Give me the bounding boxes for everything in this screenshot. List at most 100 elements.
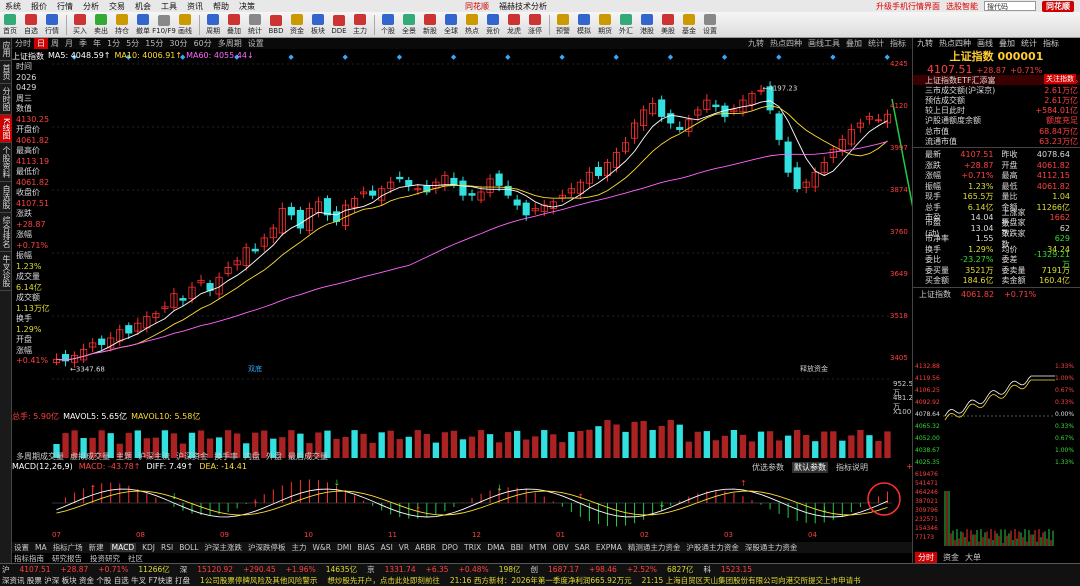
indicator-tab-11[interactable]: W&R xyxy=(312,543,330,552)
sidebar-tab-6[interactable]: 综合排名 xyxy=(0,213,12,253)
menu-item-8[interactable]: 帮助 xyxy=(208,1,234,12)
indicator-tab-8[interactable]: 沪深主涨跌 xyxy=(204,542,242,553)
period-tab-11[interactable]: 多周期 xyxy=(215,38,245,49)
volume-tab-6[interactable]: 内盘 xyxy=(244,451,260,461)
indicator-tab-27[interactable]: 深股通主力资金 xyxy=(745,542,798,553)
toolbar-button-9[interactable]: 周期 xyxy=(203,13,223,37)
toolbar-button-21[interactable]: 热点 xyxy=(462,13,482,37)
intraday-mini-chart[interactable]: 4132.88 4119.56 4106.25 4092.92 4078.64 4065.… xyxy=(913,358,1080,550)
period-tab-7[interactable]: 5分 xyxy=(123,38,142,49)
indicator-tab-6[interactable]: RSI xyxy=(161,543,173,552)
period-tab-12[interactable]: 设置 xyxy=(245,38,267,49)
indicator-tab-5[interactable]: KDJ xyxy=(142,543,155,552)
indicator-tab-10[interactable]: 主力 xyxy=(291,542,306,553)
menu-item-0[interactable]: 系统 xyxy=(0,1,26,12)
toolbar-button-24[interactable]: 涨停 xyxy=(525,13,545,37)
news-item-0[interactable]: 深资讯 股票 沪深 板块 资金 个股 自选 牛叉 F7快速 打盘 xyxy=(2,575,190,586)
toolbar-button-5[interactable]: 持仓 xyxy=(112,13,132,37)
mini-tab-1[interactable]: 资金 xyxy=(943,552,959,563)
toolbar-button-11[interactable]: 统计 xyxy=(245,13,265,37)
mini-tab-0[interactable]: 分时 xyxy=(915,552,937,563)
sidebar-tab-7[interactable]: 牛叉诊股 xyxy=(0,252,12,292)
toolbar-button-1[interactable]: 自选 xyxy=(21,13,41,37)
volume-tab-0[interactable]: 多周期成交量 xyxy=(16,451,64,461)
bottom-tab-2[interactable]: 投资研究 xyxy=(90,553,120,564)
toolbar-button-2[interactable]: 行情 xyxy=(42,13,62,37)
period-tab-10[interactable]: 60分 xyxy=(191,38,215,49)
sidebar-tab-4[interactable]: 个股资料 xyxy=(0,143,12,183)
toolbar-button-14[interactable]: 板块 xyxy=(308,13,328,37)
toolbar-button-22[interactable]: 竞价 xyxy=(483,13,503,37)
toolbar-button-25[interactable]: 预警 xyxy=(553,13,573,37)
toolbar-button-18[interactable]: 全景 xyxy=(399,13,419,37)
menu-item-9[interactable]: 决策 xyxy=(234,1,260,12)
toolbar-button-13[interactable]: 资金 xyxy=(287,13,307,37)
news-item-4[interactable]: 21:15 上海自贸区天山集团股份有限公司向港交所提交上市申请书 xyxy=(642,575,861,586)
toolbar-button-29[interactable]: 港股 xyxy=(637,13,657,37)
toolbar-button-8[interactable]: 画线 xyxy=(175,13,195,37)
menu-item-3[interactable]: 分析 xyxy=(78,1,104,12)
sidebar-tab-5[interactable]: 自选股 xyxy=(0,182,12,214)
volume-tab-1[interactable]: 虚拟成交量 xyxy=(70,451,110,461)
indicator-tab-19[interactable]: DMA xyxy=(487,543,504,552)
toolbar-button-10[interactable]: 叠加 xyxy=(224,13,244,37)
bottom-tab-1[interactable]: 研究报告 xyxy=(52,553,82,564)
toolbar-button-31[interactable]: 基金 xyxy=(679,13,699,37)
chart-tool-0[interactable]: 九转 xyxy=(748,38,764,49)
indicator-tab-12[interactable]: DMI xyxy=(337,543,351,552)
menu-item-7[interactable]: 资讯 xyxy=(182,1,208,12)
period-tab-1[interactable]: 日 xyxy=(34,38,48,49)
period-tab-3[interactable]: 月 xyxy=(62,38,76,49)
volume-tab-8[interactable]: 最后成交量 xyxy=(288,451,328,461)
indicator-tab-23[interactable]: SAR xyxy=(575,543,590,552)
period-tab-2[interactable]: 周 xyxy=(48,38,62,49)
follow-index-button[interactable]: 关注指数 xyxy=(1044,74,1076,84)
indicator-tab-7[interactable]: BOLL xyxy=(179,543,198,552)
indicator-tab-22[interactable]: OBV xyxy=(553,543,569,552)
quote-tab-5[interactable]: 指标 xyxy=(1043,38,1059,49)
toolbar-button-28[interactable]: 外汇 xyxy=(616,13,636,37)
indicator-tab-13[interactable]: BIAS xyxy=(357,543,374,552)
indicator-tab-4[interactable]: MACD xyxy=(109,543,137,552)
indicator-tab-1[interactable]: MA xyxy=(35,543,47,552)
macd-option-0[interactable]: 优选参数 xyxy=(752,462,784,473)
chart-tool-4[interactable]: 统计 xyxy=(868,38,884,49)
quote-tab-0[interactable]: 九转 xyxy=(917,38,933,49)
bottom-tab-0[interactable]: 指标指南 xyxy=(14,553,44,564)
indicator-tab-24[interactable]: EXPMA xyxy=(596,543,622,552)
toolbar-button-30[interactable]: 美股 xyxy=(658,13,678,37)
chart-tool-5[interactable]: 指标 xyxy=(890,38,906,49)
chart-tool-3[interactable]: 叠加 xyxy=(846,38,862,49)
upgrade-link[interactable]: 升级手机行情界面 xyxy=(876,1,940,12)
indicator-tab-9[interactable]: 沪深跌停板 xyxy=(248,542,286,553)
indicator-tab-3[interactable]: 新建 xyxy=(89,542,104,553)
smart-pick-link[interactable]: 选股智能 xyxy=(946,1,978,12)
indicator-tab-25[interactable]: 精测通主力资金 xyxy=(628,542,681,553)
indicator-tab-20[interactable]: BBI xyxy=(511,543,524,552)
news-item-3[interactable]: 21:16 西方新材：2026年第一季度净利润665.92万元 xyxy=(450,575,632,586)
indicator-tab-16[interactable]: ARBR xyxy=(415,543,436,552)
volume-tab-5[interactable]: 换手率 xyxy=(214,451,238,461)
menu-item-4[interactable]: 交易 xyxy=(104,1,130,12)
indicator-tab-21[interactable]: MTM xyxy=(529,543,547,552)
period-tab-4[interactable]: 季 xyxy=(76,38,90,49)
period-tab-6[interactable]: 1分 xyxy=(104,38,123,49)
menu-item-2[interactable]: 行情 xyxy=(52,1,78,12)
toolbar-button-20[interactable]: 全球 xyxy=(441,13,461,37)
volume-tab-2[interactable]: 主题 xyxy=(116,451,132,461)
indicator-tab-18[interactable]: TRIX xyxy=(464,543,481,552)
candlestick-chart[interactable]: ◆ ◆ ◆ ◆ ◆ ◆ ◆ ◆ ◆ ◆ ◆ ◆ ◆ ◆ ◆ ◆←4197.23←3347.68 双底 释放资金 xyxy=(12,49,912,404)
volume-tab-7[interactable]: 外盘 xyxy=(266,451,282,461)
macd-chart[interactable]: ↑↓↑↓↑↓↑↓↑↓ xyxy=(12,461,912,541)
sidebar-tab-3[interactable]: K线图 xyxy=(0,115,12,144)
toolbar-button-27[interactable]: 期货 xyxy=(595,13,615,37)
toolbar-button-16[interactable]: 主力 xyxy=(350,13,370,37)
sidebar-tab-2[interactable]: 分时图 xyxy=(0,84,12,115)
menu-item-5[interactable]: 机会 xyxy=(130,1,156,12)
indicator-tab-15[interactable]: VR xyxy=(399,543,409,552)
toolbar-button-32[interactable]: 设置 xyxy=(700,13,720,37)
indicator-tab-17[interactable]: DPO xyxy=(442,543,458,552)
sidebar-tab-1[interactable]: 首页 xyxy=(0,61,12,84)
toolbar-button-19[interactable]: 新股 xyxy=(420,13,440,37)
macd-option-1[interactable]: 默认参数 xyxy=(792,462,828,473)
